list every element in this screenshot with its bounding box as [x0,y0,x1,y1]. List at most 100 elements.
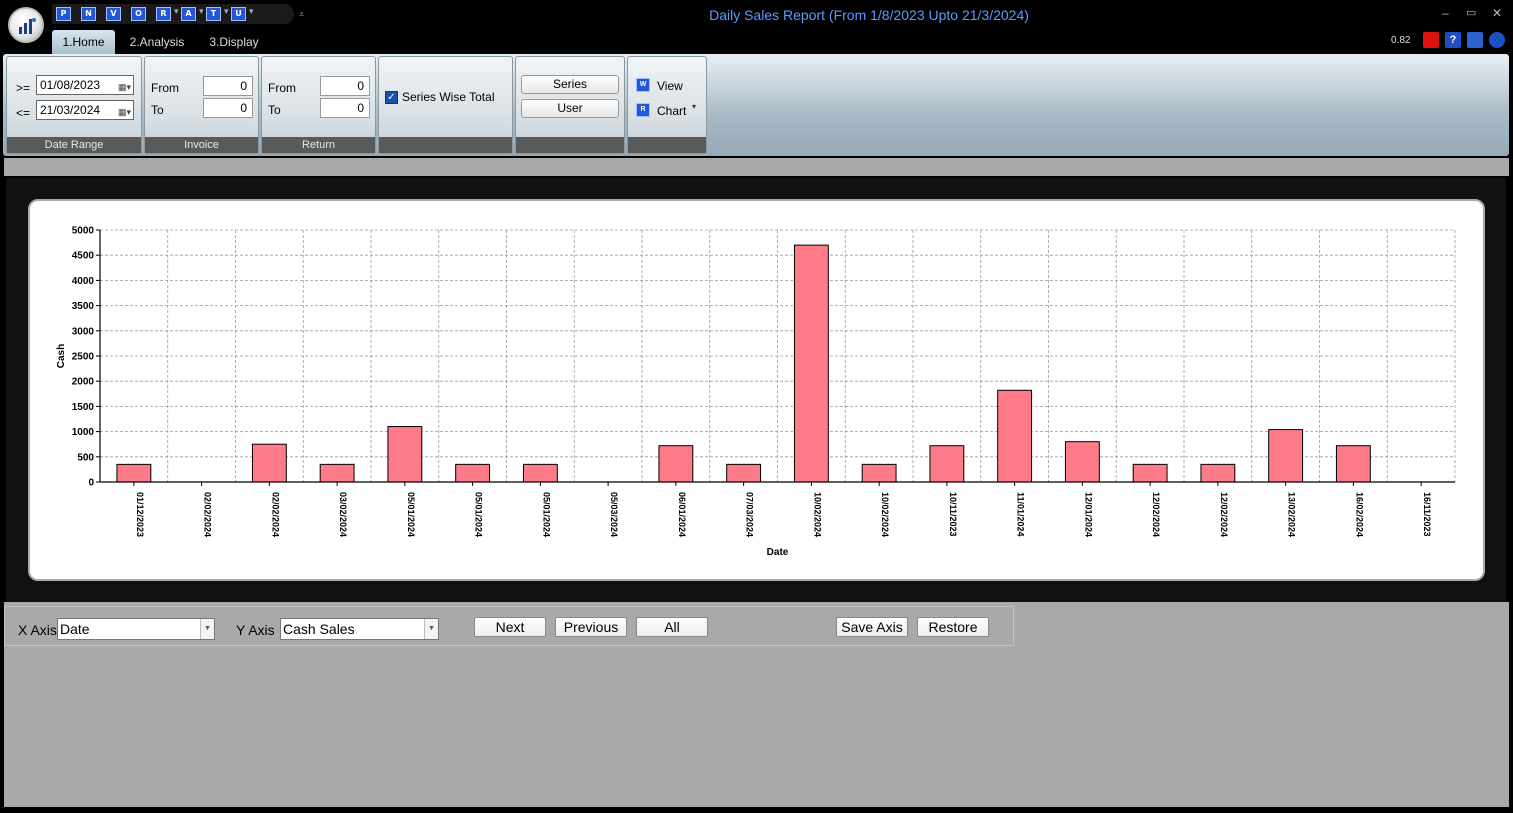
view-icon: W [636,78,650,92]
separator-strip [4,158,1509,176]
tab-display[interactable]: 3.Display [203,30,265,54]
x-axis-label: X Axis [18,622,57,638]
series-wise-total-label: Series Wise Total [402,90,495,104]
restore-button[interactable]: Restore [917,617,989,637]
from-date-operator: >= [16,81,31,95]
x-tick-label: 12/01/2024 [1083,492,1093,537]
return-to-input[interactable]: 0 [320,98,370,118]
to-date-operator: <= [16,106,31,120]
y-tick-label: 1000 [72,427,95,438]
next-button[interactable]: Next [474,617,546,637]
tab-home[interactable]: 1.Home [52,30,115,54]
x-axis-value: Date [60,621,90,637]
return-from-input[interactable]: 0 [320,76,370,96]
maximize-button[interactable]: ▭ [1466,6,1476,19]
bar-chart: 0 500 1000 1500 2000 2500 3000 3500 4000 4500 5000… [56,226,1456,558]
ribbon: >= 01/08/2023 ▦▾ <= 21/03/2024 ▦▾ Date R… [3,54,1509,156]
chart-dropdown-icon[interactable]: ▾ [692,102,696,111]
chart-bar [1064,441,1100,483]
chart-button[interactable]: Chart [657,104,686,118]
chart-bar [793,244,829,483]
calendar-icon[interactable]: ▦▾ [118,78,131,96]
y-tick-label: 5000 [72,226,95,237]
app-logo[interactable] [8,7,44,43]
x-tick-label: 05/01/2024 [474,492,484,537]
to-date-picker[interactable]: 21/03/2024 ▦▾ [36,100,134,120]
series-wise-total-checkbox[interactable]: ✓ [385,91,398,104]
y-axis-value: Cash Sales [283,621,355,637]
youtube-icon[interactable] [1423,32,1439,48]
invoice-to-label: To [151,103,164,117]
x-tick-label: 11/01/2024 [1016,492,1026,537]
chart-bar [726,463,762,483]
chart-bar [319,463,355,483]
chart-bar [997,389,1033,483]
x-tick-label: 13/02/2024 [1287,492,1297,537]
window-title: Daily Sales Report (From 1/8/2023 Upto 2… [709,7,1029,23]
previous-button[interactable]: Previous [555,617,627,637]
save-axis-button[interactable]: Save Axis [836,617,908,637]
tab-strip: 1.Home 2.Analysis 3.Display [0,30,1513,54]
x-tick-label: 07/03/2024 [745,492,755,537]
x-tick-label: 12/02/2024 [1151,492,1161,537]
view-group-label [628,137,706,153]
x-tick-label: 05/01/2024 [541,492,551,537]
chart-bar [116,463,152,483]
x-tick-label: 16/11/2023 [1422,492,1432,537]
y-tick-label: 3000 [72,326,95,337]
series-button[interactable]: Series [521,75,619,94]
info-icon[interactable] [1489,32,1505,48]
tab-analysis[interactable]: 2.Analysis [124,30,190,54]
user-button[interactable]: User [521,99,619,118]
chart-bar [658,445,694,483]
chart-bar [929,445,965,483]
invoice-from-input[interactable]: 0 [203,76,253,96]
options-label [379,137,512,153]
x-tick-label: 12/02/2024 [1219,492,1229,537]
chart-bar [387,426,423,483]
view-group: W View R Chart ▾ [627,56,707,154]
notes-icon[interactable] [1467,32,1483,48]
x-tick-label: 06/01/2024 [677,492,687,537]
x-tick-label: 02/02/2024 [203,492,213,537]
series-user-group: Series User [515,56,625,154]
title-bar: P N V O R ▾ A ▾ T ▾ U ▾ ⩡ Daily Sales Report (From 1… [0,0,1513,30]
x-tick-label: 03/02/2024 [338,492,348,537]
chart-bar [455,463,491,483]
x-tick-label: 16/02/2024 [1354,492,1364,537]
from-date-picker[interactable]: 01/08/2023 ▦▾ [36,75,134,95]
zoom-readout: 0.82 [1391,35,1411,46]
x-axis-select[interactable]: Date ▼ [57,618,215,640]
invoice-label: Invoice [145,137,258,153]
y-tick-label: 4500 [72,251,95,262]
series-user-label [516,137,624,153]
chart-icon: R [636,103,650,117]
invoice-from-label: From [151,81,179,95]
x-tick-label: 01/12/2023 [135,492,145,537]
y-axis-select[interactable]: Cash Sales ▼ [280,618,439,640]
bar-chart-logo-icon [19,18,36,34]
chevron-down-icon[interactable]: ▼ [424,619,438,639]
from-date-value: 01/08/2023 [40,78,101,92]
help-icon[interactable]: ? [1445,32,1461,48]
date-range-label: Date Range [7,137,141,153]
calendar-icon[interactable]: ▦▾ [118,103,131,121]
return-group: From 0 To 0 Return [261,56,376,154]
invoice-to-input[interactable]: 0 [203,98,253,118]
return-label: Return [262,137,375,153]
chart-bar [861,463,897,483]
x-tick-label: 10/02/2024 [880,492,890,537]
all-button[interactable]: All [636,617,708,637]
chevron-down-icon[interactable]: ▼ [200,619,214,639]
y-tick-label: 1500 [72,402,95,413]
y-tick-label: 3500 [72,301,95,312]
minimize-button[interactable]: – [1442,6,1449,20]
view-button[interactable]: View [657,79,683,93]
chart-bar [522,463,558,483]
x-tick-label: 10/02/2024 [812,492,822,537]
close-button[interactable]: ✕ [1492,6,1502,20]
chart-bar [1200,463,1236,483]
chart-bar [1335,445,1371,483]
y-axis-label: Y Axis [236,622,275,638]
x-tick-label: 05/01/2024 [406,492,416,537]
